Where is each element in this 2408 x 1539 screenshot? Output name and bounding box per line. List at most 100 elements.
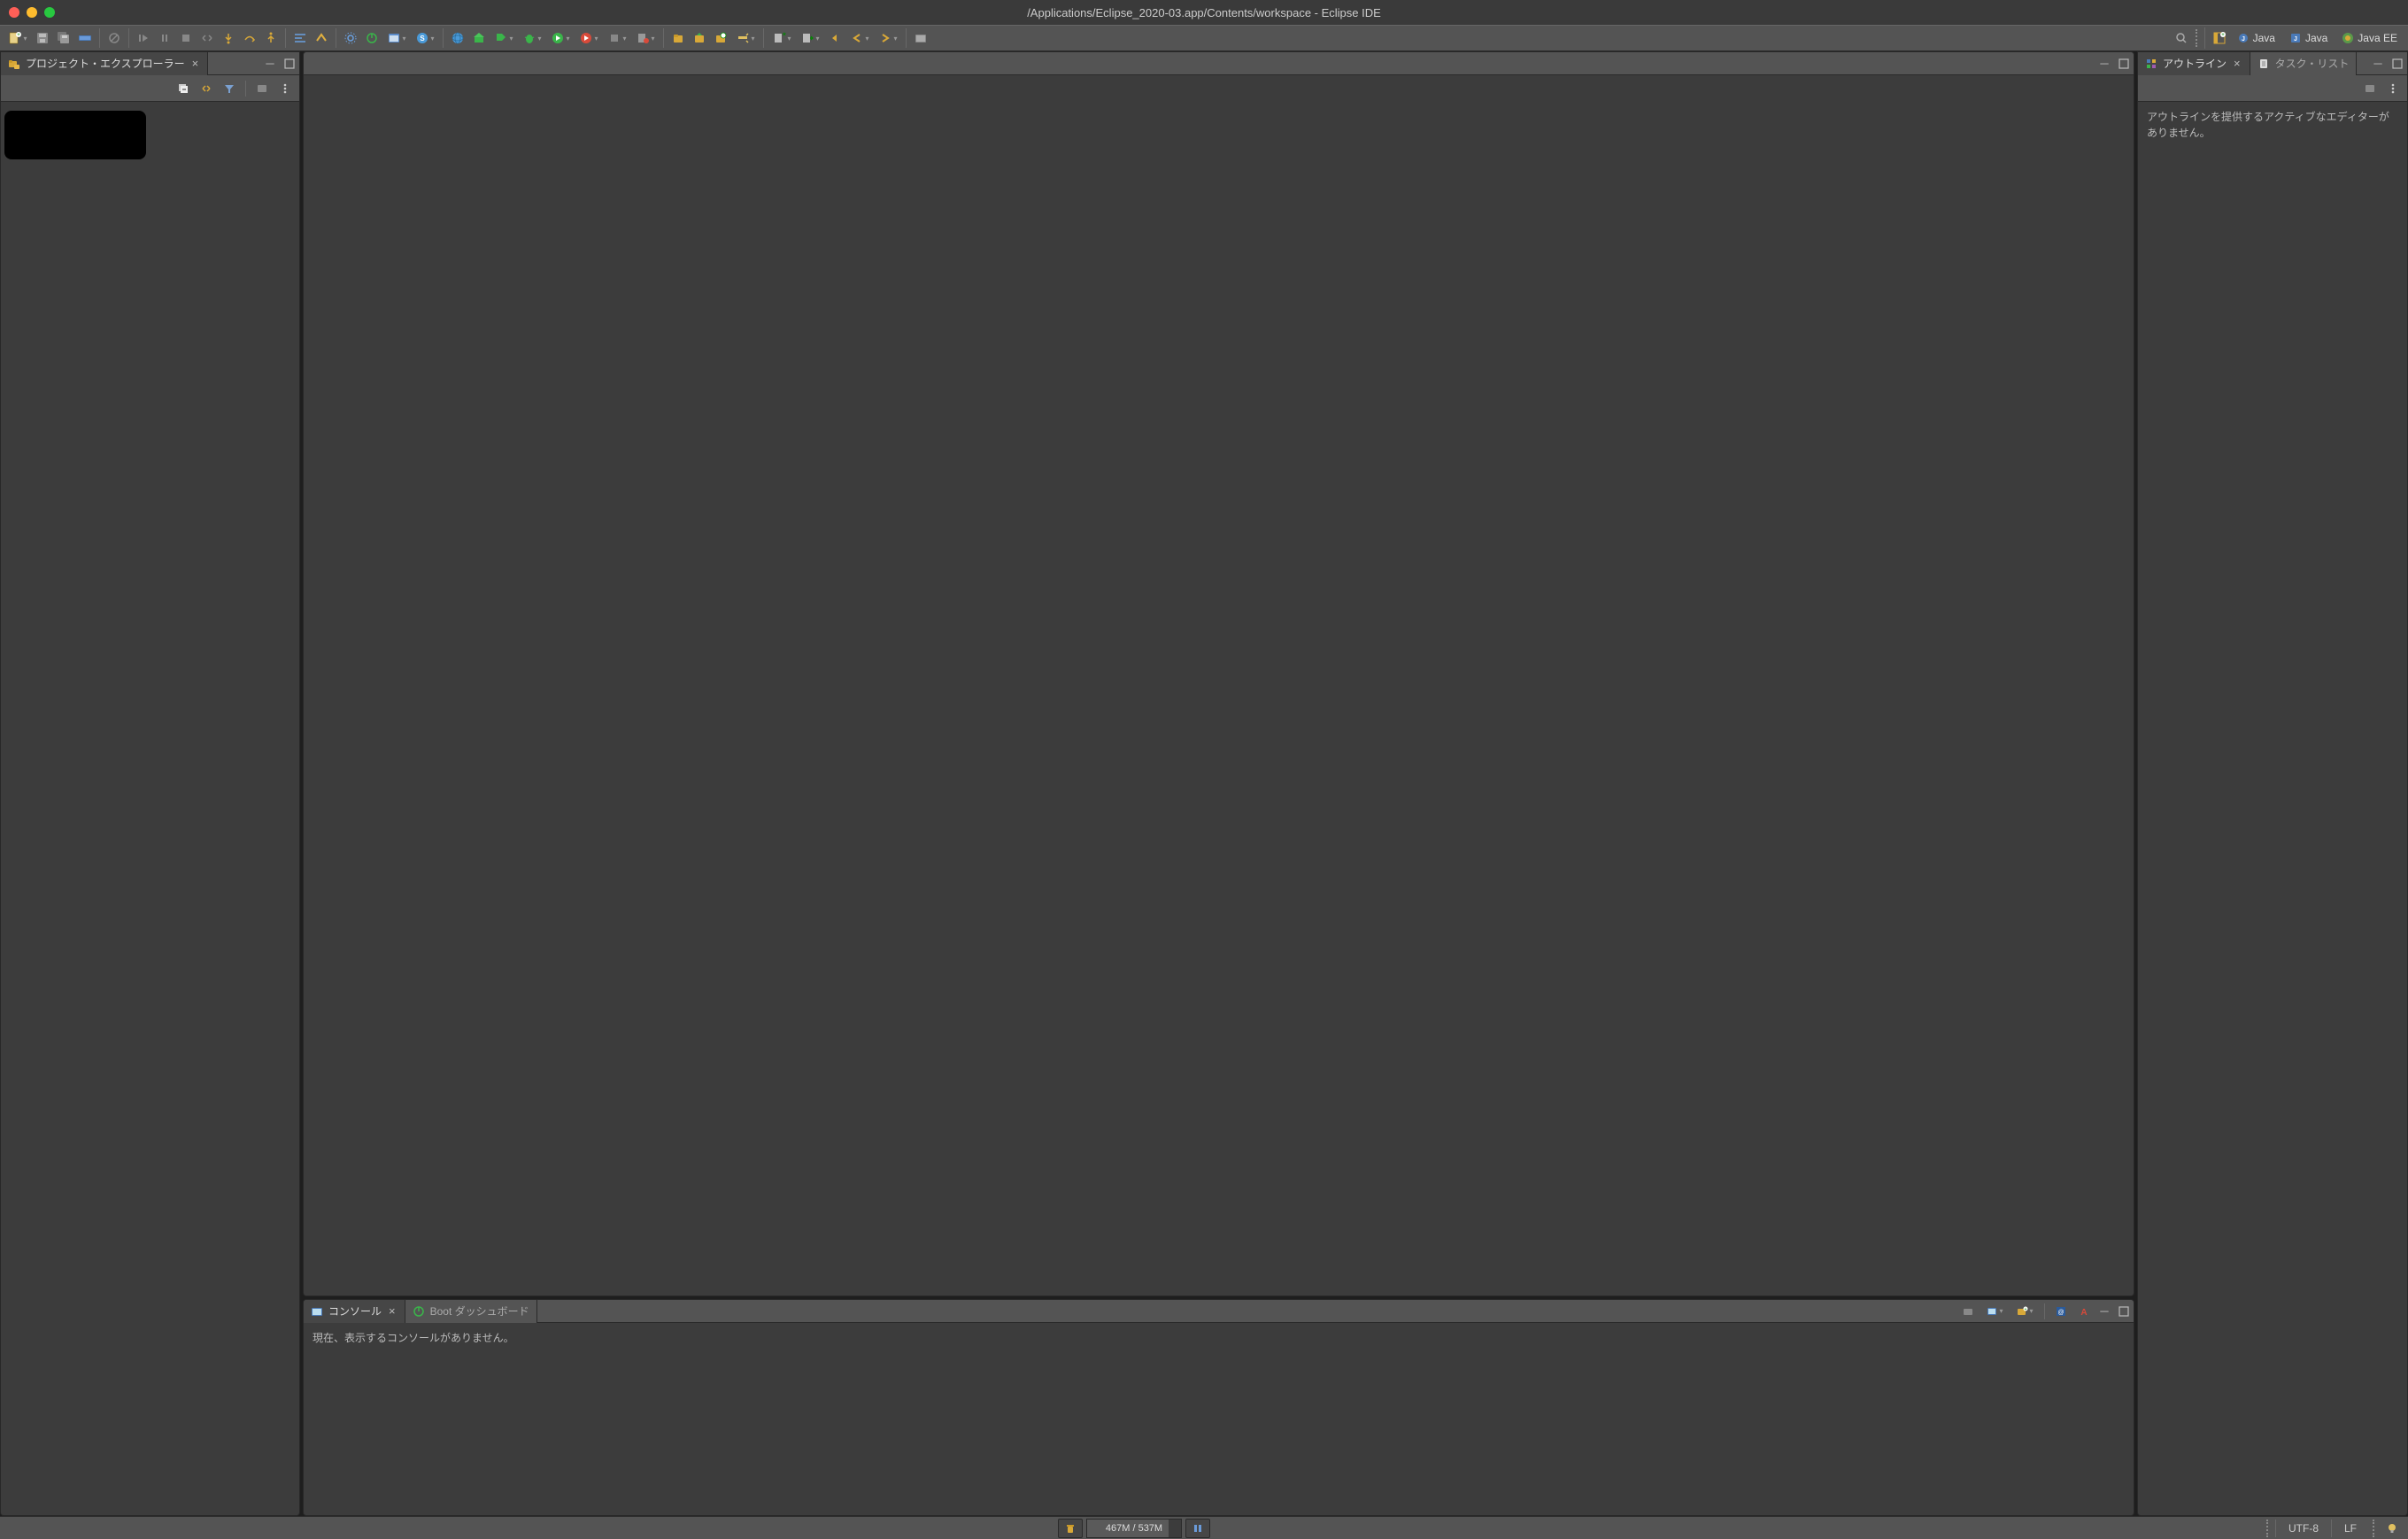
workspace: プロジェクト・エクスプローラー × ─ [0,51,2408,1516]
save-all-button[interactable] [53,27,74,49]
run-button[interactable]: ▾ [546,27,575,49]
skype-button[interactable]: S▾ [411,27,439,49]
perspective-java-alt[interactable]: J Java [2282,27,2335,49]
maximize-outline-button[interactable] [2388,54,2407,73]
open-type-button[interactable] [689,27,710,49]
toggle-breadcrumb-button[interactable] [74,27,96,49]
minimize-editor-button[interactable]: ─ [2095,54,2114,73]
boot-dashboard-tab-label: Boot ダッシュボード [430,1303,529,1319]
resume-button[interactable] [133,27,154,49]
boot-dashboard-tab[interactable]: Boot ダッシュボード [405,1300,537,1323]
outline-tab[interactable]: アウトライン × [2138,52,2250,75]
import-button[interactable]: ▾ [796,27,824,49]
outline-tab-label: アウトライン [2163,56,2227,71]
project-explorer-body[interactable] [1,102,299,1515]
perspective-java[interactable]: J Java [2230,27,2282,49]
coverage-button[interactable]: ▾ [575,27,603,49]
ansi-enable-button[interactable]: @ [2050,1301,2072,1322]
heap-bar[interactable]: 467M / 537M [1086,1519,1182,1538]
open-console-button[interactable]: +▾ [2011,1301,2039,1322]
line-separator-status[interactable]: LF [2331,1520,2369,1537]
open-perspective-button[interactable]: + [2209,27,2230,49]
heap-text: 467M / 537M [1106,1523,1162,1534]
encoding-status[interactable]: UTF-8 [2275,1520,2331,1537]
tip-of-day-button[interactable] [2381,1518,2403,1539]
step-return-button[interactable] [260,27,282,49]
debug-button[interactable]: ▾ [518,27,546,49]
task-list-icon [2258,58,2270,70]
link-editor-button[interactable] [196,78,217,99]
new-wizard-button[interactable]: ✶▾ [768,27,796,49]
quick-access-button[interactable] [2171,27,2192,49]
open-task-button[interactable] [710,27,731,49]
svg-text:J: J [2294,36,2297,43]
view-menu-button[interactable] [274,78,296,99]
maximize-view-button[interactable] [280,54,299,73]
heap-toggle-button[interactable] [1185,1519,1210,1538]
redacted-project-name [4,111,146,159]
outline-menu-button[interactable] [2382,78,2404,99]
search-dropdown-button[interactable]: ▾ [731,27,760,49]
back-history-button[interactable]: ▾ [845,27,874,49]
minimize-console-button[interactable]: ─ [2095,1302,2114,1321]
display-console-button[interactable]: ▾ [1980,1301,2009,1322]
project-explorer-view: プロジェクト・エクスプローラー × ─ [0,51,300,1516]
new-button[interactable]: +▾ [4,27,32,49]
run-gc-button[interactable] [1058,1519,1083,1538]
forward-history-button[interactable]: ▾ [874,27,902,49]
svg-text:S: S [421,35,426,43]
skip-breakpoints-button[interactable] [104,27,125,49]
minimize-outline-button[interactable]: ─ [2368,54,2388,73]
console-tab[interactable]: コンソール × [304,1300,405,1323]
ansi-disable-button[interactable]: A [2073,1301,2095,1322]
align-left-button[interactable] [289,27,311,49]
minimize-view-button[interactable]: ─ [260,54,280,73]
new-package-button[interactable] [668,27,689,49]
pin-console-button[interactable] [1957,1301,1979,1322]
project-explorer-tab[interactable]: プロジェクト・エクスプローラー × [1,52,208,75]
gear-button[interactable] [340,27,361,49]
tag-button[interactable]: ▾ [490,27,518,49]
minimize-window-button[interactable] [27,7,37,18]
focus-outline-button[interactable] [2359,78,2381,99]
suspend-button[interactable] [154,27,175,49]
terminate-button[interactable] [175,27,197,49]
main-toolbar: +▾ ▾ S▾ [0,25,2408,51]
close-icon[interactable]: × [2232,57,2242,70]
step-into-button[interactable] [218,27,239,49]
collapse-all-button[interactable] [173,78,194,99]
svg-text:+: + [2221,33,2225,38]
browser-button[interactable]: ▾ [382,27,411,49]
autowired-button[interactable] [311,27,332,49]
heap-status: 467M / 537M [1058,1519,1210,1538]
globe-button[interactable] [447,27,468,49]
zoom-window-button[interactable] [44,7,55,18]
close-icon[interactable]: × [387,1304,397,1318]
task-list-tab[interactable]: タスク・リスト [2250,52,2358,75]
step-over-button[interactable] [239,27,260,49]
back-nav-button[interactable] [824,27,845,49]
filter-button[interactable] [219,78,240,99]
external-tools-button[interactable]: ▾ [631,27,660,49]
bottom-panel: コンソール × Boot ダッシュボード ▾ +▾ @ A ─ [303,1299,2134,1516]
focus-task-button[interactable] [251,78,273,99]
statusbar: 467M / 537M UTF-8 LF [0,1516,2408,1539]
perspective-java-label: Java [2253,32,2275,44]
maximize-console-button[interactable] [2114,1302,2134,1321]
power-button[interactable] [361,27,382,49]
perspective-javaee[interactable]: Java EE [2335,27,2404,49]
svg-text:J: J [2242,36,2245,43]
svg-text:A: A [2080,1308,2087,1318]
editor-body[interactable] [304,75,2134,1295]
disconnect-button[interactable] [197,27,218,49]
close-icon[interactable]: × [190,57,201,70]
save-button[interactable] [32,27,53,49]
maximize-editor-button[interactable] [2114,54,2134,73]
svg-text:✶: ✶ [782,31,786,38]
stop-dropdown-button[interactable]: ▾ [603,27,631,49]
perspective-java-alt-label: Java [2305,32,2327,44]
close-window-button[interactable] [9,7,19,18]
pin-editor-button[interactable] [910,27,931,49]
build-button[interactable] [468,27,490,49]
window-controls [0,7,55,18]
